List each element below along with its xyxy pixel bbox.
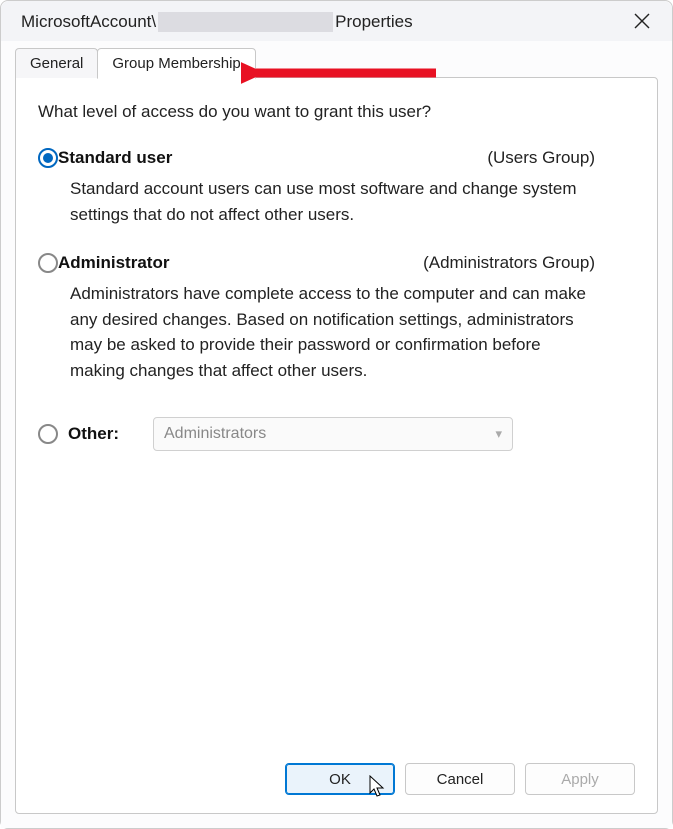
dialog-buttons: OK Cancel Apply xyxy=(38,749,635,795)
standard-user-description: Standard account users can use most soft… xyxy=(70,176,590,227)
chevron-down-icon: ▾ xyxy=(495,426,502,442)
radio-administrator[interactable] xyxy=(38,253,58,273)
standard-user-group: (Users Group) xyxy=(487,148,635,168)
radio-other[interactable] xyxy=(38,424,58,444)
group-membership-panel: What level of access do you want to gran… xyxy=(15,77,658,814)
administrator-label: Administrator xyxy=(58,253,169,273)
properties-dialog: MicrosoftAccount\ Properties General Gro… xyxy=(0,0,673,829)
close-icon xyxy=(634,13,650,29)
other-group-dropdown[interactable]: Administrators ▾ xyxy=(153,417,513,451)
ok-button[interactable]: OK xyxy=(285,763,395,795)
title-suffix: Properties xyxy=(335,12,412,32)
tab-general[interactable]: General xyxy=(15,48,98,78)
tab-strip: General Group Membership xyxy=(15,47,658,78)
administrator-description: Administrators have complete access to t… xyxy=(70,281,590,383)
dialog-body: General Group Membership What level of a… xyxy=(1,41,672,828)
other-selected-value: Administrators xyxy=(164,425,266,443)
titlebar: MicrosoftAccount\ Properties xyxy=(1,1,672,41)
title-prefix: MicrosoftAccount\ xyxy=(21,12,156,32)
option-other: Other: Administrators ▾ xyxy=(38,417,635,451)
close-button[interactable] xyxy=(626,9,658,35)
option-row: Standard user (Users Group) xyxy=(38,148,635,168)
administrator-group: (Administrators Group) xyxy=(423,253,635,273)
access-level-prompt: What level of access do you want to gran… xyxy=(38,102,635,122)
apply-button: Apply xyxy=(525,763,635,795)
standard-user-label: Standard user xyxy=(58,148,172,168)
radio-standard-user[interactable] xyxy=(38,148,58,168)
tab-group-membership[interactable]: Group Membership xyxy=(97,48,255,79)
option-administrator: Administrator (Administrators Group) Adm… xyxy=(38,253,635,383)
window-title: MicrosoftAccount\ Properties xyxy=(21,12,413,32)
cancel-button[interactable]: Cancel xyxy=(405,763,515,795)
option-row: Administrator (Administrators Group) xyxy=(38,253,635,273)
option-standard-user: Standard user (Users Group) Standard acc… xyxy=(38,148,635,227)
other-label: Other: xyxy=(68,424,119,444)
account-name-redacted xyxy=(158,12,333,32)
